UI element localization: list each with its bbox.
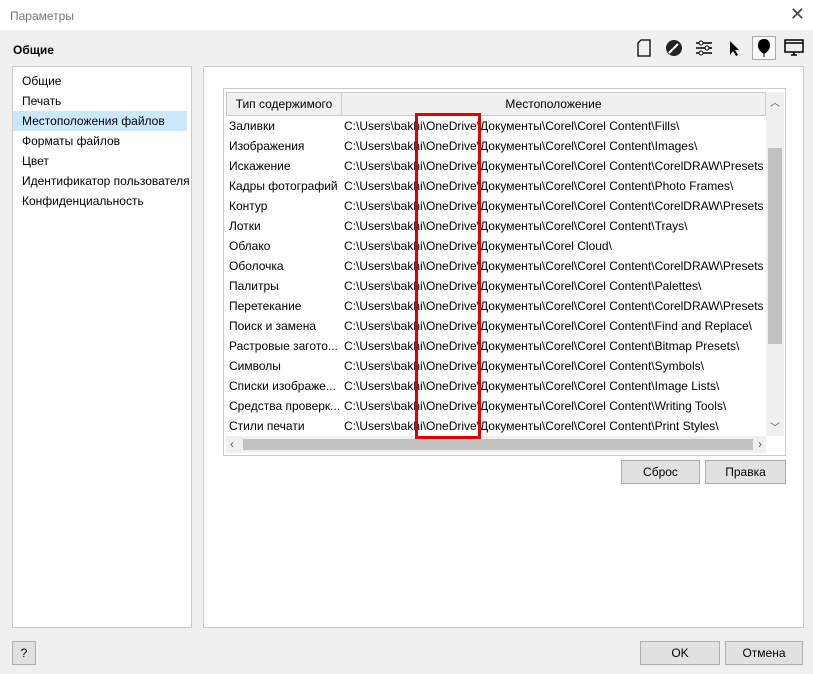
location-cell: C:\Users\bakhi\OneDrive\Документы\Corel\… xyxy=(344,319,753,333)
balloon-icon[interactable] xyxy=(752,36,776,60)
scroll-right-icon[interactable]: › xyxy=(758,437,762,451)
content-type-cell: Списки изображе... xyxy=(229,379,336,393)
content-type-cell: Средства проверк... xyxy=(229,399,341,413)
title-bar: Параметры ✕ xyxy=(0,0,813,30)
table-row[interactable]: Облако C:\Users\bakhi\OneDrive\Документы\… xyxy=(224,236,764,256)
content-type-cell: Стили печати xyxy=(229,419,305,433)
content-type-cell: Облако xyxy=(229,239,271,253)
category-list: Общие Печать Местоположения файлов Форма… xyxy=(12,66,192,628)
ok-button[interactable]: OK xyxy=(640,641,720,665)
location-cell: C:\Users\bakhi\OneDrive\Документы\Corel\… xyxy=(344,259,764,273)
table-row[interactable]: Списки изображе... C:\Users\bakhi\OneDriv… xyxy=(224,376,764,396)
cursor-icon[interactable] xyxy=(722,36,746,60)
location-cell: C:\Users\bakhi\OneDrive\Документы\Corel\… xyxy=(344,339,740,353)
table-row[interactable]: Лотки C:\Users\bakhi\OneDrive\Документы\C… xyxy=(224,216,764,236)
file-locations-table: Тип содержимого Местоположение Заливки C:… xyxy=(223,88,786,456)
scroll-down-icon[interactable]: ﹀ xyxy=(770,419,780,434)
content-type-cell: Кадры фотографий xyxy=(229,179,338,193)
table-row[interactable]: Растровые загото... C:\Users\bakhi\OneDri… xyxy=(224,336,764,356)
content-type-cell: Символы xyxy=(229,359,281,373)
table-row[interactable]: Контур C:\Users\bakhi\OneDrive\Документы\… xyxy=(224,196,764,216)
document-icon[interactable] xyxy=(632,36,656,60)
content-type-cell: Искажение xyxy=(229,159,291,173)
location-cell: C:\Users\bakhi\OneDrive\Документы\Corel\… xyxy=(344,219,688,233)
sliders-icon[interactable] xyxy=(692,36,716,60)
sidebar-item-color[interactable]: Цвет xyxy=(13,151,191,171)
table-row[interactable]: Стили печати C:\Users\bakhi\OneDrive\Доку… xyxy=(224,416,764,436)
window-title: Параметры xyxy=(10,9,74,23)
pen-icon[interactable] xyxy=(662,36,686,60)
content-type-cell: Растровые загото... xyxy=(229,339,338,353)
content-type-cell: Контур xyxy=(229,199,268,213)
content-type-cell: Лотки xyxy=(229,219,261,233)
location-cell: C:\Users\bakhi\OneDrive\Документы\Corel\… xyxy=(344,359,704,373)
table-header: Тип содержимого Местоположение xyxy=(226,92,766,116)
content-type-cell: Оболочка xyxy=(229,259,284,273)
location-cell: C:\Users\bakhi\OneDrive\Документы\Corel\… xyxy=(344,139,698,153)
content-type-cell: Перетекание xyxy=(229,299,302,313)
table-body: Заливки C:\Users\bakhi\OneDrive\Документы… xyxy=(224,116,764,436)
horizontal-scrollbar[interactable]: ‹ › xyxy=(226,436,766,453)
table-row[interactable]: Палитры C:\Users\bakhi\OneDrive\Документы… xyxy=(224,276,764,296)
table-row[interactable]: Перетекание C:\Users\bakhi\OneDrive\Докум… xyxy=(224,296,764,316)
table-row[interactable]: Изображения C:\Users\bakhi\OneDrive\Докум… xyxy=(224,136,764,156)
location-cell: C:\Users\bakhi\OneDrive\Документы\Corel\… xyxy=(344,379,720,393)
content-type-cell: Заливки xyxy=(229,119,275,133)
horizontal-scroll-thumb[interactable] xyxy=(243,439,753,450)
location-cell: C:\Users\bakhi\OneDrive\Документы\Corel\… xyxy=(344,199,764,213)
location-cell: C:\Users\bakhi\OneDrive\Документы\Corel\… xyxy=(344,179,734,193)
scroll-left-icon[interactable]: ‹ xyxy=(230,437,234,451)
location-cell: C:\Users\bakhi\OneDrive\Документы\Corel … xyxy=(344,239,612,253)
sidebar-item-file-formats[interactable]: Форматы файлов xyxy=(13,131,191,151)
location-cell: C:\Users\bakhi\OneDrive\Документы\Corel\… xyxy=(344,159,764,173)
table-row[interactable]: Искажение C:\Users\bakhi\OneDrive\Докумен… xyxy=(224,156,764,176)
location-cell: C:\Users\bakhi\OneDrive\Документы\Corel\… xyxy=(344,419,719,433)
table-row[interactable]: Средства проверк... C:\Users\bakhi\OneDri… xyxy=(224,396,764,416)
location-cell: C:\Users\bakhi\OneDrive\Документы\Corel\… xyxy=(344,279,702,293)
location-cell: C:\Users\bakhi\OneDrive\Документы\Corel\… xyxy=(344,399,727,413)
section-title: Общие xyxy=(13,43,54,57)
table-row[interactable]: Кадры фотографий C:\Users\bakhi\OneDrive\… xyxy=(224,176,764,196)
location-cell: C:\Users\bakhi\OneDrive\Документы\Corel\… xyxy=(344,299,764,313)
sidebar-item-privacy[interactable]: Конфиденциальность xyxy=(13,191,191,211)
close-icon[interactable]: ✕ xyxy=(790,4,805,25)
table-row[interactable]: Символы C:\Users\bakhi\OneDrive\Документы… xyxy=(224,356,764,376)
table-row[interactable]: Поиск и замена C:\Users\bakhi\OneDrive\До… xyxy=(224,316,764,336)
toolbar xyxy=(632,36,806,60)
content-type-cell: Поиск и замена xyxy=(229,319,317,333)
sidebar-item-print[interactable]: Печать xyxy=(13,91,191,111)
sidebar-item-user-id[interactable]: Идентификатор пользователя xyxy=(13,171,191,191)
vertical-scrollbar[interactable]: ︿ ﹀ xyxy=(766,92,784,436)
vertical-scroll-thumb[interactable] xyxy=(768,148,782,344)
table-row[interactable]: Оболочка C:\Users\bakhi\OneDrive\Документ… xyxy=(224,256,764,276)
content-type-cell: Палитры xyxy=(229,279,279,293)
help-button[interactable]: ? xyxy=(12,641,36,665)
cancel-button[interactable]: Отмена xyxy=(725,641,803,665)
column-header-location[interactable]: Местоположение xyxy=(342,92,766,116)
sidebar-item-file-locations[interactable]: Местоположения файлов xyxy=(13,111,187,131)
scroll-up-icon[interactable]: ︿ xyxy=(770,94,780,109)
location-cell: C:\Users\bakhi\OneDrive\Документы\Corel\… xyxy=(344,119,680,133)
monitor-icon[interactable] xyxy=(782,36,806,60)
column-header-content-type[interactable]: Тип содержимого xyxy=(226,92,342,116)
sidebar-item-general[interactable]: Общие xyxy=(13,71,191,91)
edit-button[interactable]: Правка xyxy=(705,460,786,484)
table-row[interactable]: Заливки C:\Users\bakhi\OneDrive\Документы… xyxy=(224,116,764,136)
content-type-cell: Изображения xyxy=(229,139,305,153)
reset-button[interactable]: Сброс xyxy=(621,460,700,484)
